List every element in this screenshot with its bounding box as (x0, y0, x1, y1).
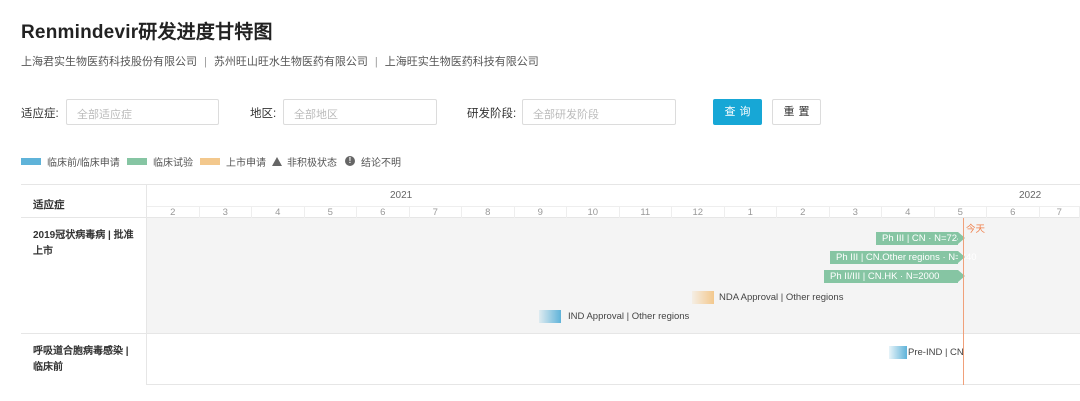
row-label: 2019冠状病毒病 | 批准上市 (21, 218, 147, 334)
company-name: 上海旺实生物医药科技有限公司 (384, 56, 539, 68)
legend-label: 临床前/临床申请 (47, 157, 120, 169)
row-label: 呼吸道合胞病毒感染 | 临床前 (21, 334, 147, 385)
month-label: 5 (305, 207, 357, 218)
month-label: 6 (357, 207, 410, 218)
phase-filter-label: 研发阶段: (467, 108, 517, 120)
phase-select[interactable]: 全部研发阶段 (522, 99, 676, 125)
company-name: 上海君实生物医药科技股份有限公司 (21, 56, 197, 68)
legend-label: 非积极状态 (287, 157, 337, 169)
legend-item-inactive: 非积极状态 (272, 154, 337, 169)
month-label: 2 (147, 207, 200, 218)
company-separator: | (204, 56, 207, 68)
month-label: 8 (462, 207, 515, 218)
indication-select[interactable]: 全部适应症 (66, 99, 219, 125)
month-label: 7 (1040, 207, 1080, 218)
gantt-bar-clinical[interactable]: Ph III | CN.Other regions · N=640 (830, 251, 977, 264)
gantt-bar-ind[interactable] (539, 310, 561, 323)
today-marker (963, 218, 964, 385)
company-separator: | (374, 56, 378, 68)
month-header: 2 3 4 5 6 7 8 9 10 11 12 1 2 3 4 5 6 7 (147, 207, 1080, 218)
gantt-bar-label: Pre-IND | CN (908, 347, 964, 358)
company-list: 上海君实生物医药科技股份有限公司 | 苏州旺山旺水生物医药有限公司 | 上海旺实生物医药… (21, 53, 539, 69)
indication-column-header: 适应症 (21, 185, 147, 218)
gantt-bar-nda[interactable] (692, 291, 714, 304)
year-header: 2021 2022 (147, 185, 1080, 207)
month-label: 2 (777, 207, 830, 218)
legend-label: 上市申请 (226, 157, 266, 169)
month-label: 1 (725, 207, 777, 218)
page-title: Renmindevir研发进度甘特图 (21, 22, 273, 43)
legend-item-clinical: 临床试验 (127, 154, 193, 169)
reset-button[interactable]: 重置 (772, 99, 821, 125)
legend-item-nda: 上市申请 (200, 154, 266, 169)
gantt-bar-clinical[interactable]: Ph II/III | CN.HK · N=2000 (824, 270, 965, 283)
legend-label: 结论不明 (361, 157, 401, 169)
indication-filter-label: 适应症: (21, 108, 59, 120)
query-button[interactable]: 查询 (713, 99, 762, 125)
month-label: 11 (620, 207, 672, 218)
month-label: 3 (830, 207, 882, 218)
today-label: 今天 (966, 224, 986, 235)
year-label: 2021 (390, 190, 413, 201)
gantt-bar-clinical[interactable]: Ph III | CN · N=724 (876, 232, 965, 245)
gantt-bar-label: IND Approval | Other regions (568, 311, 690, 322)
month-label: 5 (935, 207, 987, 218)
month-label: 3 (200, 207, 252, 218)
month-label: 9 (515, 207, 567, 218)
gantt-bar-label: NDA Approval | Other regions (719, 292, 844, 303)
month-label: 7 (410, 207, 462, 218)
region-select[interactable]: 全部地区 (283, 99, 437, 125)
region-filter-label: 地区: (250, 108, 277, 120)
month-label: 4 (882, 207, 935, 218)
legend-swatch (21, 157, 41, 165)
legend-label: 临床试验 (153, 157, 193, 169)
legend-item-preclinical: 临床前/临床申请 (21, 154, 120, 169)
triangle-icon (272, 156, 282, 166)
gantt-chart: 适应症 2019冠状病毒病 | 批准上市 呼吸道合胞病毒感染 | 临床前 202… (21, 184, 1080, 385)
gantt-row (147, 334, 1080, 385)
month-label: 6 (987, 207, 1040, 218)
month-label: 4 (252, 207, 305, 218)
gantt-timeline: 2021 2022 2 3 4 5 6 7 8 9 10 11 12 1 2 3… (147, 185, 1080, 385)
legend-swatch (127, 157, 147, 165)
month-label: 12 (672, 207, 725, 218)
gantt-bar-preclinical[interactable] (889, 346, 907, 359)
month-label: 10 (567, 207, 620, 218)
legend-swatch (200, 157, 220, 165)
company-name: 苏州旺山旺水生物医药有限公司 (213, 56, 368, 68)
legend-item-unknown: ! 结论不明 (345, 154, 401, 169)
info-icon: ! (345, 156, 355, 166)
year-label: 2022 (1019, 190, 1042, 201)
